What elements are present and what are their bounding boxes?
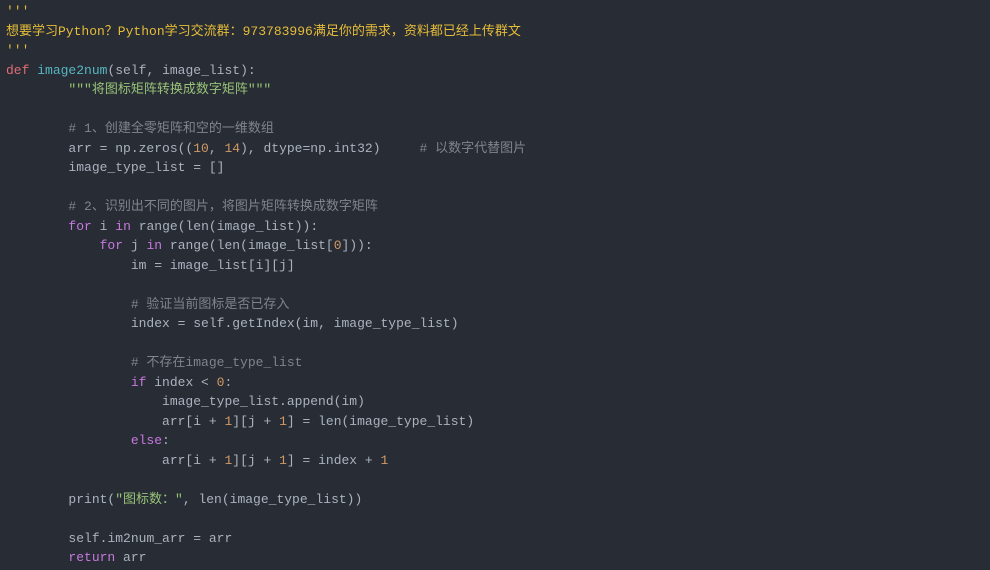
param-image-list: image_list xyxy=(162,63,240,78)
var-i: i xyxy=(100,219,108,234)
self-3: self xyxy=(68,531,99,546)
range1: range(len(image_list)): xyxy=(139,219,318,234)
comment-1: # 1、创建全零矩阵和空的一维数组 xyxy=(68,121,273,136)
comment-2: # 2、识别出不同的图片，将图片矩阵转换成数字矩阵 xyxy=(68,199,377,214)
param-self: self xyxy=(115,63,146,78)
num-0: 0 xyxy=(334,238,342,253)
function-name: image2num xyxy=(37,63,107,78)
var-j: j xyxy=(131,238,139,253)
colon2: : xyxy=(162,433,170,448)
num-1c: 1 xyxy=(381,453,389,468)
range2b: ])): xyxy=(342,238,373,253)
line-arr-init2: ), dtype=np.int32) xyxy=(240,141,419,156)
keyword-return: return xyxy=(68,550,115,565)
keyword-in: in xyxy=(115,219,131,234)
range2a: range(len(image_list[ xyxy=(170,238,334,253)
keyword-else: else xyxy=(131,433,162,448)
keyword-in-2: in xyxy=(146,238,162,253)
line-append: image_type_list.append(im) xyxy=(162,394,365,409)
keyword-if: if xyxy=(131,375,147,390)
arr-assign-a: arr[i + xyxy=(162,414,224,429)
comment-3: # 验证当前图标是否已存入 xyxy=(131,297,290,312)
colon1: : xyxy=(224,375,232,390)
self-2: self xyxy=(193,316,224,331)
print-open: print( xyxy=(68,492,115,507)
docstring-close: ''' xyxy=(6,43,29,58)
im2num-assign: .im2num_arr = arr xyxy=(100,531,233,546)
keyword-for: for xyxy=(68,219,91,234)
paren-close: ): xyxy=(240,63,256,78)
arr-assign-b: ][j + xyxy=(232,414,279,429)
arr-assign2-c: ] = index + xyxy=(287,453,381,468)
comma: , xyxy=(146,63,162,78)
getindex: .getIndex(im, image_type_list) xyxy=(224,316,458,331)
docstring-open: ''' xyxy=(6,4,29,19)
code-editor[interactable]: ''' 想要学习Python？Python学习交流群：973783996满足你的… xyxy=(0,0,990,570)
num-14: 14 xyxy=(224,141,240,156)
line-arr-init: arr = np.zeros(( xyxy=(68,141,193,156)
keyword-for-2: for xyxy=(100,238,123,253)
docstring: """将图标矩阵转换成数字矩阵""" xyxy=(68,82,271,97)
return-var: arr xyxy=(115,550,146,565)
banner-text: 想要学习Python？Python学习交流群：973783996满足你的需求，资… xyxy=(6,24,521,39)
cond: index < xyxy=(146,375,216,390)
comment-4: # 不存在image_type_list xyxy=(131,355,303,370)
comment-1b: # 以数字代替图片 xyxy=(420,141,527,156)
line-itl: image_type_list = [] xyxy=(68,160,224,175)
print-rest: , len(image_type_list)) xyxy=(183,492,362,507)
num-10: 10 xyxy=(193,141,209,156)
line-im: im = image_list[i][j] xyxy=(131,258,295,273)
arr-assign-c: ] = len(image_type_list) xyxy=(287,414,474,429)
print-str: "图标数：" xyxy=(115,492,183,507)
comma2: , xyxy=(209,141,225,156)
keyword-def: def xyxy=(6,63,29,78)
num-1b: 1 xyxy=(279,414,287,429)
arr-assign2-b: ][j + xyxy=(232,453,279,468)
line-index-a: index = xyxy=(131,316,193,331)
num-1e: 1 xyxy=(279,453,287,468)
arr-assign2-a: arr[i + xyxy=(162,453,224,468)
